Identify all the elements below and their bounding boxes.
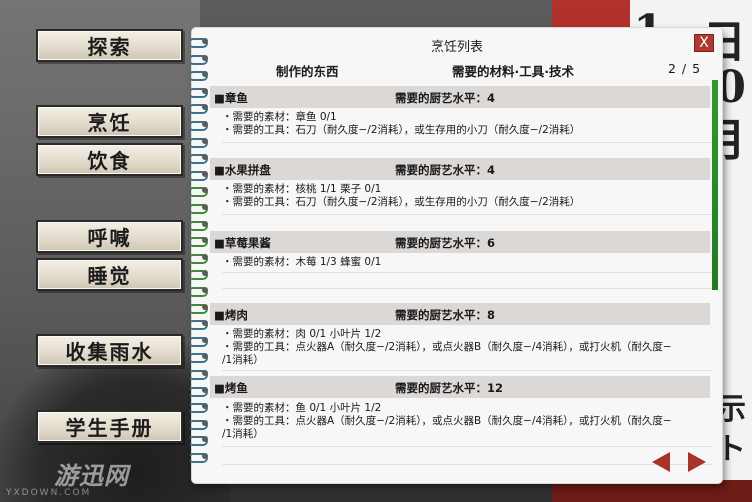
spiral-ring — [186, 86, 208, 98]
recipe-tools: ・需要的工具：石刀（耐久度−/2消耗），或生存用的小刀（耐久度−/2消耗） — [222, 196, 581, 208]
menu-button-collect-rain[interactable]: 收集雨水 — [36, 334, 183, 367]
column-header-item: 制作的东西 — [276, 64, 339, 79]
notebook-binding-strip — [712, 80, 718, 290]
recipe-name: ■草莓果酱 — [214, 236, 271, 250]
recipe-row-header[interactable]: ■章鱼 需要的厨艺水平：4 — [210, 86, 710, 108]
spiral-ring — [186, 252, 208, 264]
recipe-name: ■烤肉 — [214, 308, 248, 322]
spiral-ring — [186, 401, 208, 414]
spiral-ring — [186, 302, 208, 314]
recipe-row-header[interactable]: ■烤鱼 需要的厨艺水平：12 — [210, 376, 710, 398]
divider — [222, 464, 712, 465]
spiral-ring — [186, 351, 208, 364]
recipe-name: ■水果拼盘 — [214, 163, 271, 177]
panel-title: 烹饪列表 — [430, 40, 483, 55]
next-page-icon[interactable] — [688, 452, 706, 472]
recipe-skill-level: 需要的厨艺水平：4 — [395, 163, 496, 177]
recipe-row-header[interactable]: ■草莓果酱 需要的厨艺水平：6 — [210, 231, 710, 253]
spiral-ring — [186, 102, 208, 115]
divider — [222, 370, 712, 371]
spiral-ring — [186, 318, 208, 331]
recipe-materials: ・需要的素材：核桃 1/1 栗子 0/1 — [222, 183, 382, 195]
recipe-materials: ・需要的素材：木莓 1/3 蜂蜜 0/1 — [222, 256, 382, 268]
recipe-tools: ・需要的工具：石刀（耐久度−/2消耗），或生存用的小刀（耐久度−/2消耗） — [222, 124, 581, 136]
close-button[interactable]: X — [694, 34, 714, 52]
recipe-skill-level: 需要的厨艺水平：4 — [395, 91, 496, 105]
divider — [222, 214, 712, 215]
spiral-ring — [186, 451, 208, 463]
recipe-skill-level: 需要的厨艺水平：6 — [395, 236, 496, 250]
spiral-ring — [186, 335, 208, 347]
spiral-ring — [186, 434, 208, 447]
menu-button-student-handbook[interactable]: 学生手册 — [36, 410, 183, 443]
spiral-ring — [186, 368, 208, 380]
previous-page-icon[interactable] — [652, 452, 670, 472]
recipe-materials: ・需要的素材：鱼 0/1 小叶片 1/2 — [222, 402, 382, 414]
recipe-materials: ・需要的素材：肉 0/1 小叶片 1/2 — [222, 328, 382, 340]
recipe-materials: ・需要的素材：章鱼 0/1 — [222, 111, 337, 123]
spiral-ring — [186, 219, 208, 231]
recipe-name: ■章鱼 — [214, 91, 248, 105]
column-header-requirements: 需要的材料·工具·技术 — [452, 64, 574, 79]
menu-button-shout[interactable]: 呼喊 — [36, 220, 183, 253]
spiral-ring — [186, 385, 208, 397]
recipe-row-header[interactable]: ■水果拼盘 需要的厨艺水平：4 — [210, 158, 710, 180]
menu-button-cook[interactable]: 烹饪 — [36, 105, 183, 138]
recipe-skill-level: 需要的厨艺水平：12 — [395, 381, 504, 395]
divider — [222, 142, 712, 143]
menu-button-eat[interactable]: 饮食 — [36, 143, 183, 176]
spiral-ring — [186, 119, 208, 131]
spiral-ring — [186, 185, 208, 198]
spiral-ring — [186, 202, 208, 214]
site-watermark: 游迅网 — [54, 462, 129, 490]
menu-button-explore[interactable]: 探索 — [36, 29, 183, 62]
spiral-ring — [186, 418, 208, 430]
menu-button-sleep[interactable]: 睡觉 — [36, 258, 183, 291]
divider — [222, 288, 712, 289]
recipe-tools: ・需要的工具：点火器A（耐久度−/2消耗），或点火器B（耐久度−/4消耗），或打… — [222, 341, 672, 353]
recipe-skill-level: 需要的厨艺水平：8 — [395, 308, 496, 322]
divider — [222, 272, 712, 273]
recipe-tools: ・需要的工具：点火器A（耐久度−/2消耗），或点火器B（耐久度−/4消耗），或打… — [222, 415, 672, 427]
notebook-spiral — [186, 36, 210, 476]
divider — [222, 446, 712, 447]
spiral-ring — [186, 69, 208, 82]
recipe-tools-continued: /1消耗） — [222, 428, 264, 440]
spiral-ring — [186, 285, 208, 297]
spiral-ring — [186, 268, 208, 281]
spiral-ring — [186, 169, 208, 181]
page-indicator: 2 / 5 — [668, 61, 702, 76]
spiral-ring — [186, 136, 208, 148]
site-watermark-url: YXDOWN.COM — [6, 488, 92, 498]
recipe-row-header[interactable]: ■烤肉 需要的厨艺水平：8 — [210, 303, 710, 325]
spiral-ring — [186, 152, 208, 165]
recipe-name: ■烤鱼 — [214, 381, 248, 395]
spiral-ring — [186, 235, 208, 248]
recipe-tools-continued: /1消耗） — [222, 354, 264, 366]
